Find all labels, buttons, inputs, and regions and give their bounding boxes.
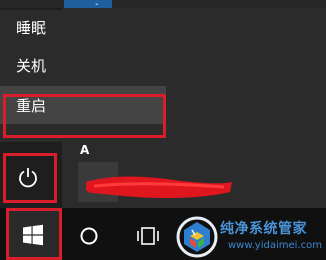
top-edge-strip	[0, 0, 326, 8]
redaction-scribble	[86, 176, 232, 199]
task-view-icon	[137, 227, 159, 245]
cortana-circle-icon	[80, 227, 98, 245]
start-annotation-box	[6, 208, 62, 260]
watermark-url: www.yidaimei.com	[228, 240, 322, 251]
watermark-logo-icon	[176, 216, 218, 258]
partial-tile[interactable]	[64, 0, 112, 8]
partial-tile-icon: ⌄	[94, 0, 100, 7]
watermark-brand: 纯净系统管家	[220, 221, 307, 237]
cortana-button[interactable]	[72, 216, 106, 256]
app-list-letter-header[interactable]: A	[80, 143, 89, 157]
power-annotation-box	[3, 153, 57, 203]
watermark: 纯净系统管家 www.yidaimei.com	[176, 214, 326, 260]
menu-item-sleep[interactable]: 睡眠	[0, 8, 166, 46]
restart-annotation-box	[3, 94, 166, 138]
task-view-button[interactable]	[128, 216, 168, 256]
menu-item-shutdown[interactable]: 关机	[0, 46, 166, 84]
